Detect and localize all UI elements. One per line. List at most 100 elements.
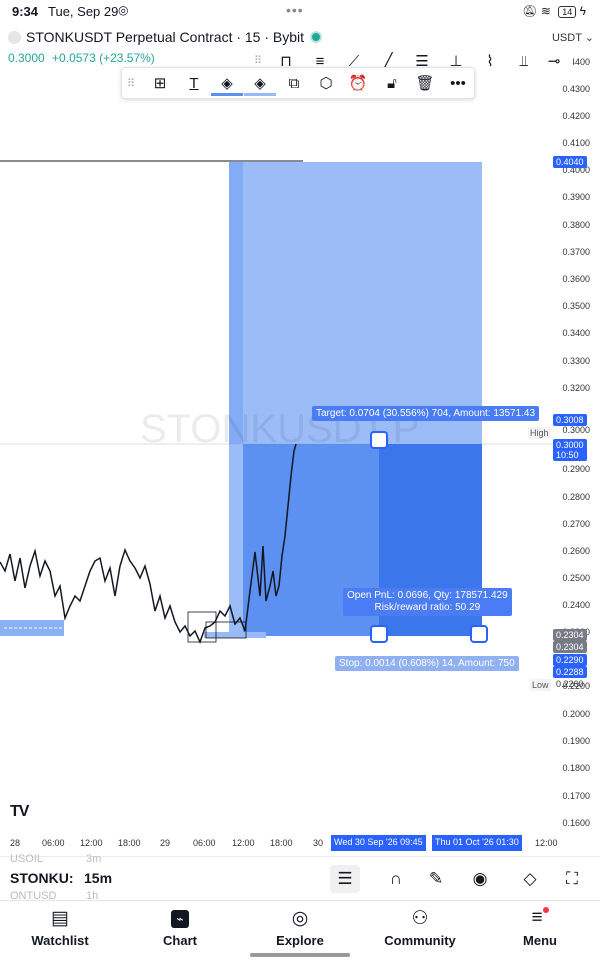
- trash-icon[interactable]: 🗑︎: [409, 68, 441, 100]
- price-tick: 0.2800: [562, 492, 590, 502]
- price-tick: 0.4100: [562, 138, 590, 148]
- time-tick: 06:00: [193, 838, 216, 848]
- price-tick: 0.3700: [562, 247, 590, 257]
- currency-label: USDT: [551, 32, 582, 44]
- time-tick: 12:00: [535, 838, 558, 848]
- mute-icon: 🔕︎: [522, 4, 538, 18]
- target-label: Target: 0.0704 (30.556%) 704, Amount: 13…: [312, 406, 540, 421]
- nav-watchlist[interactable]: ▤ Watchlist: [20, 907, 100, 948]
- nav-community-label: Community: [384, 933, 456, 948]
- nav-menu-label: Menu: [523, 933, 557, 948]
- nav-watchlist-label: Watchlist: [31, 933, 89, 948]
- pnl-text: Open PnL: 0.0696, Qty: 178571.429: [347, 590, 508, 601]
- stop-label: Stop: 0.0014 (0.608%) 14, Amount: 750: [335, 656, 519, 671]
- time-range-start: Wed 30 Sep '26 09:45: [331, 835, 426, 851]
- pnl-label: Open PnL: 0.0696, Qty: 178571.429 Risk/r…: [343, 588, 512, 616]
- more-icon[interactable]: •••: [442, 68, 474, 100]
- time-tick: 18:00: [118, 838, 141, 848]
- chart-svg[interactable]: STONKUSDT.P: [0, 66, 552, 856]
- chart-icon: ⌁: [140, 907, 220, 931]
- chevron-down-icon: ⌄: [584, 32, 594, 44]
- settings-chart-icon[interactable]: ⧉: [278, 68, 310, 100]
- price-tick: 0.2000: [562, 709, 590, 719]
- layers-icon[interactable]: ◇: [515, 865, 545, 893]
- nav-menu[interactable]: ≡ Menu: [500, 907, 580, 948]
- symbol-logo-icon: [8, 31, 21, 44]
- target-zone-upper: [229, 162, 482, 444]
- price-axis[interactable]: 0.4400 0.4300 0.4200 0.4100 0.4000 0.3900 0.38…: [552, 57, 600, 856]
- eye-icon[interactable]: ◉: [465, 865, 495, 893]
- battery-icon: 14: [558, 6, 577, 18]
- target-handle[interactable]: [370, 431, 388, 449]
- price-line: 0.3000 +0.0573 (+23.57%): [8, 51, 155, 65]
- watchlist-current-interval[interactable]: 15m: [84, 870, 112, 886]
- home-indicator: [250, 953, 350, 957]
- horizontal-ray-icon[interactable]: ⊸: [538, 46, 570, 78]
- watchlist-prev-symbol[interactable]: USOIL: [10, 853, 43, 865]
- text-icon[interactable]: T: [178, 68, 210, 100]
- stop-price-tag-2: 0.2288: [553, 666, 587, 678]
- currency-selector[interactable]: USDT ⌄: [552, 31, 594, 44]
- symbol-header[interactable]: STONKUSDT Perpetual Contract · 15 · Bybi…: [8, 29, 323, 45]
- price-tick: 0.3400: [562, 328, 590, 338]
- tradingview-logo-icon: TV: [10, 803, 29, 820]
- nav-explore-label: Explore: [276, 933, 324, 948]
- status-icons: 🔕︎ ≋ 14 ϟ: [522, 4, 586, 18]
- vertical-line-icon[interactable]: ⫫: [508, 46, 540, 78]
- time-tick: 29: [160, 838, 171, 848]
- nav-chart[interactable]: ⌁ Chart: [140, 907, 220, 948]
- stop-zone: [204, 632, 266, 638]
- charging-icon: ϟ: [579, 4, 586, 18]
- compass-icon: ◎: [291, 908, 309, 929]
- price-tick: 0.3800: [562, 220, 590, 230]
- visibility-icon[interactable]: ⬡: [310, 68, 342, 100]
- price-tick: 0.1800: [562, 763, 590, 773]
- nav-community[interactable]: ⚇ Community: [380, 907, 460, 948]
- target-zone-left: [229, 162, 243, 636]
- price-tick: 0.2700: [562, 519, 590, 529]
- menu-icon: ≡: [500, 907, 580, 931]
- price-tick: 0.3900: [562, 192, 590, 202]
- magnet-icon[interactable]: ∩: [381, 865, 411, 893]
- price-tick: 0.4300: [562, 84, 590, 94]
- time-tick: 06:00: [42, 838, 65, 848]
- fill-color-icon[interactable]: ◈: [211, 68, 243, 96]
- target-price-tag: 0.4040: [553, 156, 587, 168]
- time-tick: 12:00: [80, 838, 103, 848]
- market-open-icon: [310, 31, 323, 43]
- drawing-tools-icon[interactable]: ☰: [330, 865, 360, 893]
- chart-bottom-bar: USOIL 3m STONKU: 15m ONTUSD 1h ☰ ∩ ✎ ◉ ◇…: [0, 853, 600, 902]
- price-tick: 0.3300: [562, 356, 590, 366]
- width-handle[interactable]: [470, 625, 488, 643]
- watchlist-prev-interval: 3m: [86, 853, 102, 865]
- fullscreen-icon[interactable]: ⛶: [557, 865, 587, 893]
- watchlist-current-symbol[interactable]: STONKU:: [10, 870, 74, 886]
- current-price: 0.3000: [556, 440, 584, 450]
- bottom-nav: ▤ Watchlist ⌁ Chart ◎ Explore ⚇ Communit…: [0, 900, 600, 960]
- entry-handle[interactable]: [370, 625, 388, 643]
- brush-icon[interactable]: ✎: [421, 865, 451, 893]
- price-tick: 0.1600: [562, 818, 590, 828]
- lock-icon[interactable]: 🔓︎: [376, 68, 408, 100]
- object-tree-icon[interactable]: ⊞: [144, 68, 176, 100]
- community-icon: ⚇: [411, 908, 429, 929]
- price-tick: 0.3200: [562, 383, 590, 393]
- status-bar: 9:34 Tue, Sep 29 ◎ ••• 🔕︎ ≋ 14 ϟ: [0, 0, 600, 24]
- chart-canvas[interactable]: STONKUSDT.P: [0, 66, 552, 856]
- price-tick: 0.4200: [562, 111, 590, 121]
- watchlist-icon: ▤: [51, 908, 69, 929]
- nav-explore[interactable]: ◎ Explore: [260, 907, 340, 948]
- path-icon[interactable]: ⌇: [474, 46, 506, 78]
- price-tick: 0.2900: [562, 464, 590, 474]
- entry-price-tag: 0.2304: [553, 629, 587, 641]
- time-range-end: Thu 01 Oct '26 01:30: [432, 835, 522, 851]
- price-tick: 0.3600: [562, 274, 590, 284]
- time-tick: 28: [10, 838, 21, 848]
- drag-handle-icon[interactable]: ⠿: [127, 77, 135, 90]
- drag-handle-icon[interactable]: ⠿: [254, 54, 262, 67]
- line-color-icon[interactable]: ◈: [244, 68, 276, 96]
- current-price-tag: 0.3000 10:50: [553, 439, 587, 461]
- stop-price-tag: 0.2290: [553, 654, 587, 666]
- price-tick: 0.2400: [562, 600, 590, 610]
- alarm-add-icon[interactable]: ⏰: [342, 68, 374, 100]
